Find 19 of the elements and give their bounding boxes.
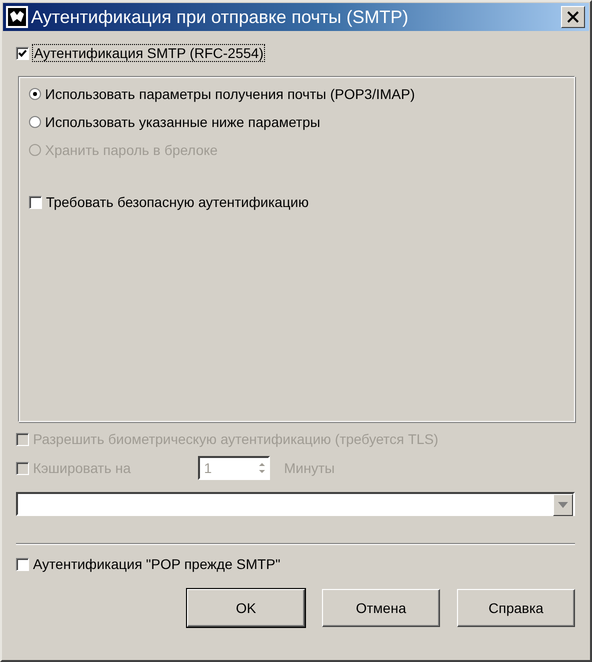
checkbox[interactable]	[29, 196, 42, 208]
dropdown-arrow-icon[interactable]	[558, 502, 568, 508]
checkbox[interactable]	[16, 46, 29, 60]
checkbox-label: Аутентификация "POP прежде SMTP"	[33, 556, 280, 572]
radio-label: Использовать указанные ниже параметры	[45, 114, 320, 130]
radio-button[interactable]	[29, 116, 41, 128]
close-icon[interactable]	[566, 11, 580, 23]
app-icon	[6, 6, 28, 28]
radio-button[interactable]	[29, 88, 41, 100]
radio-label: Использовать параметры получения почты (POP3/IMAP)	[45, 86, 415, 102]
window-title: Аутентификация при отправке почты (SMTP)	[31, 6, 410, 28]
checkbox-label: Требовать безопасную аутентификацию	[46, 194, 309, 210]
close-button[interactable]	[561, 6, 585, 28]
dialog-button[interactable]: Справка	[457, 589, 575, 627]
account-dropdown[interactable]	[16, 492, 575, 516]
dialog-button[interactable]: OK	[187, 589, 305, 627]
dialog-button[interactable]: Отмена	[322, 589, 440, 627]
checkbox[interactable]	[16, 558, 29, 570]
checkbox-label: Аутентификация SMTP (RFC-2554)	[33, 45, 264, 61]
